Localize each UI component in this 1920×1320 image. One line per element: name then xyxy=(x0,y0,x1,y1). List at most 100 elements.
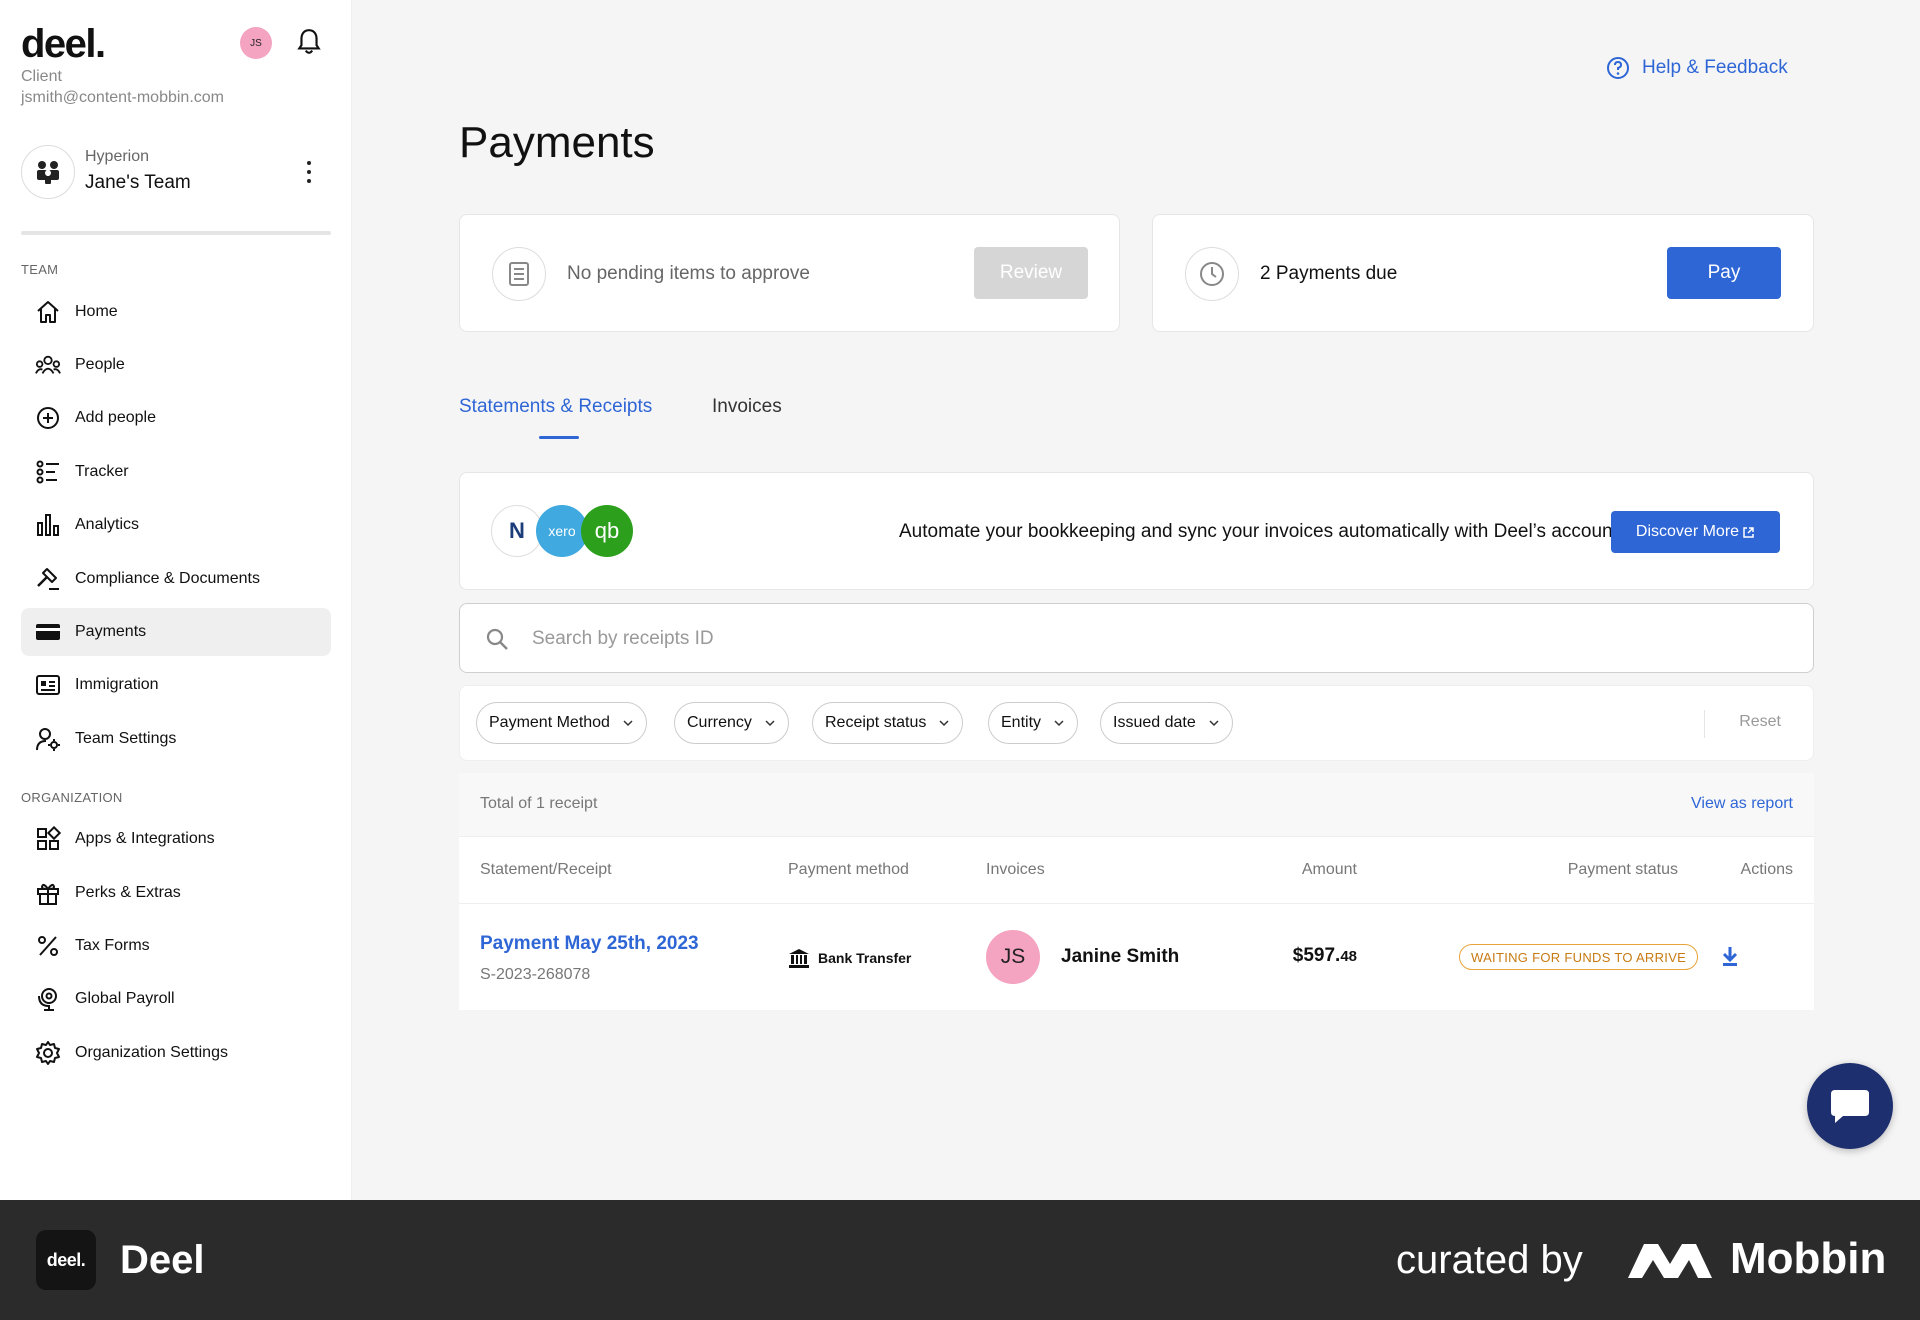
sidebar-item-compliance[interactable]: Compliance & Documents xyxy=(21,555,331,603)
payments-due-card: 2 Payments due Pay xyxy=(1152,214,1814,332)
people-icon xyxy=(35,352,61,378)
tab-invoices[interactable]: Invoices xyxy=(712,396,782,418)
tab-statements-receipts[interactable]: Statements & Receipts xyxy=(459,396,652,418)
amount-main: $597. xyxy=(1292,945,1341,966)
column-header-payment-status: Payment status xyxy=(1567,861,1678,878)
sidebar-item-tax-forms[interactable]: Tax Forms xyxy=(21,922,331,970)
bell-icon[interactable] xyxy=(296,28,322,56)
amount-cell: $597.48 xyxy=(1293,945,1357,967)
filter-receipt-status[interactable]: Receipt status xyxy=(812,702,964,744)
globe-pin-icon xyxy=(35,986,61,1012)
amount-cents: 48 xyxy=(1340,948,1357,965)
user-gear-icon xyxy=(35,726,61,752)
sidebar-item-add-people[interactable]: Add people xyxy=(21,394,331,442)
sidebar-item-org-settings[interactable]: Organization Settings xyxy=(21,1029,331,1077)
view-as-report-link[interactable]: View as report xyxy=(1691,795,1793,813)
gavel-icon xyxy=(35,566,61,592)
avatar: JS xyxy=(986,930,1040,984)
filter-entity[interactable]: Entity xyxy=(988,702,1079,744)
filter-label: Currency xyxy=(687,714,752,731)
external-link-icon xyxy=(1743,526,1754,538)
sidebar-item-label: Add people xyxy=(75,409,156,426)
sidebar-item-analytics[interactable]: Analytics xyxy=(21,501,331,549)
filter-label: Payment Method xyxy=(489,714,610,731)
team-logo xyxy=(21,145,75,199)
payment-method-cell: Bank Transfer xyxy=(788,948,911,968)
deel-logo[interactable]: deel. xyxy=(21,22,106,67)
sidebar-item-immigration[interactable]: Immigration xyxy=(21,661,331,709)
receipts-table: Total of 1 receipt View as report Statem… xyxy=(459,773,1814,1010)
account-email: jsmith@content-mobbin.com xyxy=(21,89,224,106)
search-input[interactable] xyxy=(532,622,1732,656)
discover-more-button[interactable]: Discover More xyxy=(1611,511,1780,553)
column-header-amount: Amount xyxy=(1301,861,1357,878)
sidebar-item-global-payroll[interactable]: Global Payroll xyxy=(21,975,331,1023)
team-section-label: TEAM xyxy=(21,262,59,277)
add-circle-icon xyxy=(35,405,61,431)
sidebar-item-label: Perks & Extras xyxy=(75,884,181,901)
sidebar-item-payments[interactable]: Payments xyxy=(21,608,331,656)
statement-id: S-2023-268078 xyxy=(480,966,591,983)
pending-approvals-card: No pending items to approve Review xyxy=(459,214,1120,332)
gift-icon xyxy=(35,880,61,906)
team-switcher[interactable]: Hyperion Jane's Team xyxy=(21,145,331,201)
filter-payment-method[interactable]: Payment Method xyxy=(476,702,647,744)
receipt-search xyxy=(459,603,1814,673)
status-badge: WAITING FOR FUNDS TO ARRIVE xyxy=(1459,944,1699,970)
sidebar-item-apps[interactable]: Apps & Integrations xyxy=(21,815,331,863)
table-summary-bar: Total of 1 receipt View as report xyxy=(459,773,1814,837)
review-button[interactable]: Review xyxy=(974,247,1088,299)
chevron-down-icon xyxy=(1054,720,1064,727)
main-content: Help & Feedback Payments No pending item… xyxy=(352,0,1920,1200)
help-label: Help & Feedback xyxy=(1642,57,1788,78)
filter-currency[interactable]: Currency xyxy=(674,702,789,744)
team-name: Jane's Team xyxy=(85,172,191,193)
filter-issued-date[interactable]: Issued date xyxy=(1100,702,1233,744)
divider xyxy=(459,903,1814,904)
document-icon xyxy=(492,247,546,301)
download-icon[interactable] xyxy=(1720,945,1740,967)
pay-button[interactable]: Pay xyxy=(1667,247,1781,299)
sidebar-item-people[interactable]: People xyxy=(21,341,331,389)
chevron-down-icon xyxy=(939,720,949,727)
bar-chart-icon xyxy=(35,512,61,538)
statement-link[interactable]: Payment May 25th, 2023 xyxy=(480,933,699,955)
sidebar-item-label: Payments xyxy=(75,623,147,640)
chevron-down-icon xyxy=(765,720,775,727)
sidebar-item-label: Home xyxy=(75,303,118,320)
sidebar-item-label: Organization Settings xyxy=(75,1044,228,1061)
help-icon xyxy=(1607,57,1629,79)
sidebar-item-perks[interactable]: Perks & Extras xyxy=(21,869,331,917)
mobbin-brand: Mobbin xyxy=(1730,1234,1887,1283)
sidebar-item-label: Apps & Integrations xyxy=(75,830,215,847)
column-header-actions: Actions xyxy=(1740,861,1793,878)
sidebar-item-label: Team Settings xyxy=(75,730,177,747)
sidebar-item-label: Compliance & Documents xyxy=(75,570,260,587)
home-icon xyxy=(35,299,61,325)
team-menu-icon[interactable] xyxy=(303,159,315,185)
tracker-list-icon xyxy=(35,459,61,485)
payments-due-text: 2 Payments due xyxy=(1260,263,1398,284)
pending-text: No pending items to approve xyxy=(567,263,810,284)
receipt-count: Total of 1 receipt xyxy=(480,795,598,812)
sidebar-item-team-settings[interactable]: Team Settings xyxy=(21,715,331,763)
filter-bar: Payment Method Currency Receipt status E… xyxy=(459,685,1814,761)
sidebar-item-label: Analytics xyxy=(75,516,140,533)
app: deel. JS Client jsmith@content-mobbin.co… xyxy=(0,0,1920,1200)
sidebar-item-tracker[interactable]: Tracker xyxy=(21,448,331,496)
curated-by-label: curated by xyxy=(1396,1238,1583,1282)
active-tab-indicator xyxy=(539,436,579,439)
column-header-statement: Statement/Receipt xyxy=(480,861,612,878)
chat-button[interactable] xyxy=(1807,1063,1893,1149)
reset-filters-button[interactable]: Reset xyxy=(1739,713,1781,731)
footer-banner: deel. Deel curated by Mobbin xyxy=(0,1200,1920,1320)
app-name: Deel xyxy=(120,1238,205,1282)
help-feedback-link[interactable]: Help & Feedback xyxy=(1606,56,1788,80)
column-header-payment-method: Payment method xyxy=(788,861,909,878)
sidebar-item-label: Immigration xyxy=(75,676,159,693)
avatar[interactable]: JS xyxy=(240,27,272,59)
divider xyxy=(1704,710,1705,738)
sidebar-item-home[interactable]: Home xyxy=(21,288,331,336)
team-people-icon xyxy=(37,161,59,184)
account-role: Client xyxy=(21,68,62,85)
